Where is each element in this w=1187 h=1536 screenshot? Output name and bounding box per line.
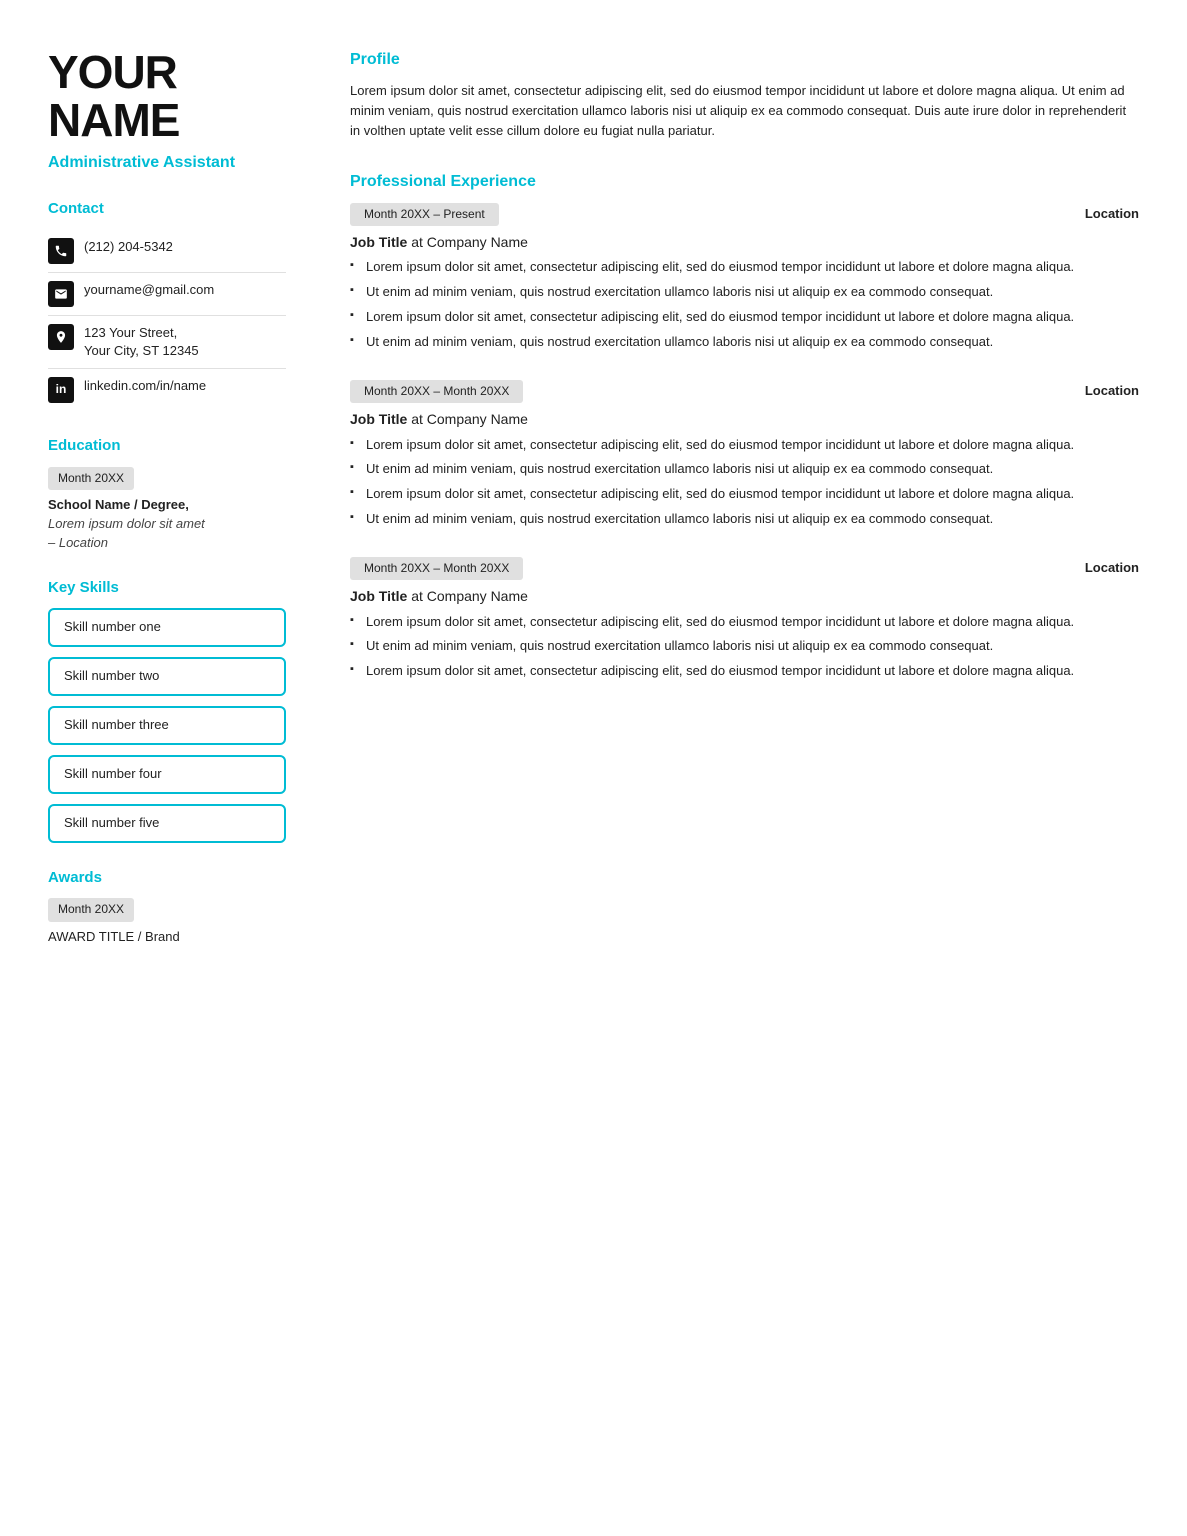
contact-section-title: Contact — [48, 198, 286, 220]
exp-bullet-1-4: Ut enim ad minim veniam, quis nostrud ex… — [350, 333, 1139, 352]
exp-bullets-1: Lorem ipsum dolor sit amet, consectetur … — [350, 258, 1139, 351]
contact-list: (212) 204-5342 yourname@gmail.com 123 Yo… — [48, 230, 286, 411]
exp-bullet-1-2: Ut enim ad minim veniam, quis nostrud ex… — [350, 283, 1139, 302]
skill-badge-5: Skill number five — [48, 804, 286, 843]
education-date-badge: Month 20XX — [48, 467, 134, 490]
exp-bullet-2-4: Ut enim ad minim veniam, quis nostrud ex… — [350, 510, 1139, 529]
experience-entry-2: Month 20XX – Month 20XX Location Job Tit… — [350, 380, 1139, 529]
skill-badge-1: Skill number one — [48, 608, 286, 647]
email-text: yourname@gmail.com — [84, 281, 214, 299]
profile-section: Profile Lorem ipsum dolor sit amet, cons… — [350, 48, 1139, 142]
exp-date-3: Month 20XX – Month 20XX — [350, 557, 523, 580]
experience-section-title: Professional Experience — [350, 170, 1139, 193]
exp-header-1: Month 20XX – Present Location — [350, 203, 1139, 226]
right-column: Profile Lorem ipsum dolor sit amet, cons… — [318, 48, 1139, 1488]
exp-header-3: Month 20XX – Month 20XX Location — [350, 557, 1139, 580]
award-title: AWARD TITLE / Brand — [48, 928, 286, 947]
exp-bullet-2-1: Lorem ipsum dolor sit amet, consectetur … — [350, 436, 1139, 455]
name-block: YOUR NAME Administrative Assistant — [48, 48, 286, 174]
exp-bullet-2-3: Lorem ipsum dolor sit amet, consectetur … — [350, 485, 1139, 504]
exp-job-line-1: Job Title at Company Name — [350, 232, 1139, 252]
candidate-name: YOUR NAME — [48, 48, 286, 145]
exp-job-title-2: Job Title — [350, 411, 407, 427]
job-title: Administrative Assistant — [48, 151, 286, 174]
contact-email: yourname@gmail.com — [48, 273, 286, 316]
education-school: School Name / Degree, — [48, 496, 286, 515]
exp-location-2: Location — [1085, 382, 1139, 401]
email-icon — [48, 281, 74, 307]
experience-entry-1: Month 20XX – Present Location Job Title … — [350, 203, 1139, 352]
skill-badge-4: Skill number four — [48, 755, 286, 794]
address-text: 123 Your Street,Your City, ST 12345 — [84, 324, 199, 360]
exp-job-line-3: Job Title at Company Name — [350, 586, 1139, 606]
exp-job-line-2: Job Title at Company Name — [350, 409, 1139, 429]
contact-phone: (212) 204-5342 — [48, 230, 286, 273]
exp-header-2: Month 20XX – Month 20XX Location — [350, 380, 1139, 403]
skill-badge-3: Skill number three — [48, 706, 286, 745]
skills-section-title: Key Skills — [48, 577, 286, 599]
exp-date-2: Month 20XX – Month 20XX — [350, 380, 523, 403]
exp-bullet-1-1: Lorem ipsum dolor sit amet, consectetur … — [350, 258, 1139, 277]
exp-bullets-3: Lorem ipsum dolor sit amet, consectetur … — [350, 613, 1139, 682]
resume-page: YOUR NAME Administrative Assistant Conta… — [0, 0, 1187, 1536]
exp-location-1: Location — [1085, 205, 1139, 224]
contact-linkedin: in linkedin.com/in/name — [48, 369, 286, 411]
exp-location-3: Location — [1085, 559, 1139, 578]
exp-bullet-2-2: Ut enim ad minim veniam, quis nostrud ex… — [350, 460, 1139, 479]
awards-section-title: Awards — [48, 867, 286, 889]
exp-job-title-1: Job Title — [350, 234, 407, 250]
exp-date-1: Month 20XX – Present — [350, 203, 499, 226]
location-icon — [48, 324, 74, 350]
phone-text: (212) 204-5342 — [84, 238, 173, 256]
education-desc: Lorem ipsum dolor sit amet– Location — [48, 515, 286, 553]
left-column: YOUR NAME Administrative Assistant Conta… — [48, 48, 318, 1488]
exp-bullet-3-3: Lorem ipsum dolor sit amet, consectetur … — [350, 662, 1139, 681]
exp-bullet-3-1: Lorem ipsum dolor sit amet, consectetur … — [350, 613, 1139, 632]
exp-bullets-2: Lorem ipsum dolor sit amet, consectetur … — [350, 436, 1139, 529]
experience-section: Professional Experience Month 20XX – Pre… — [350, 170, 1139, 682]
profile-text: Lorem ipsum dolor sit amet, consectetur … — [350, 81, 1139, 141]
skill-badge-2: Skill number two — [48, 657, 286, 696]
experience-entry-3: Month 20XX – Month 20XX Location Job Tit… — [350, 557, 1139, 681]
award-date-badge: Month 20XX — [48, 898, 134, 921]
phone-icon — [48, 238, 74, 264]
profile-section-title: Profile — [350, 48, 1139, 71]
exp-bullet-1-3: Lorem ipsum dolor sit amet, consectetur … — [350, 308, 1139, 327]
linkedin-text: linkedin.com/in/name — [84, 377, 206, 395]
exp-job-title-3: Job Title — [350, 588, 407, 604]
education-section-title: Education — [48, 435, 286, 457]
exp-bullet-3-2: Ut enim ad minim veniam, quis nostrud ex… — [350, 637, 1139, 656]
linkedin-icon: in — [48, 377, 74, 403]
contact-address: 123 Your Street,Your City, ST 12345 — [48, 316, 286, 369]
